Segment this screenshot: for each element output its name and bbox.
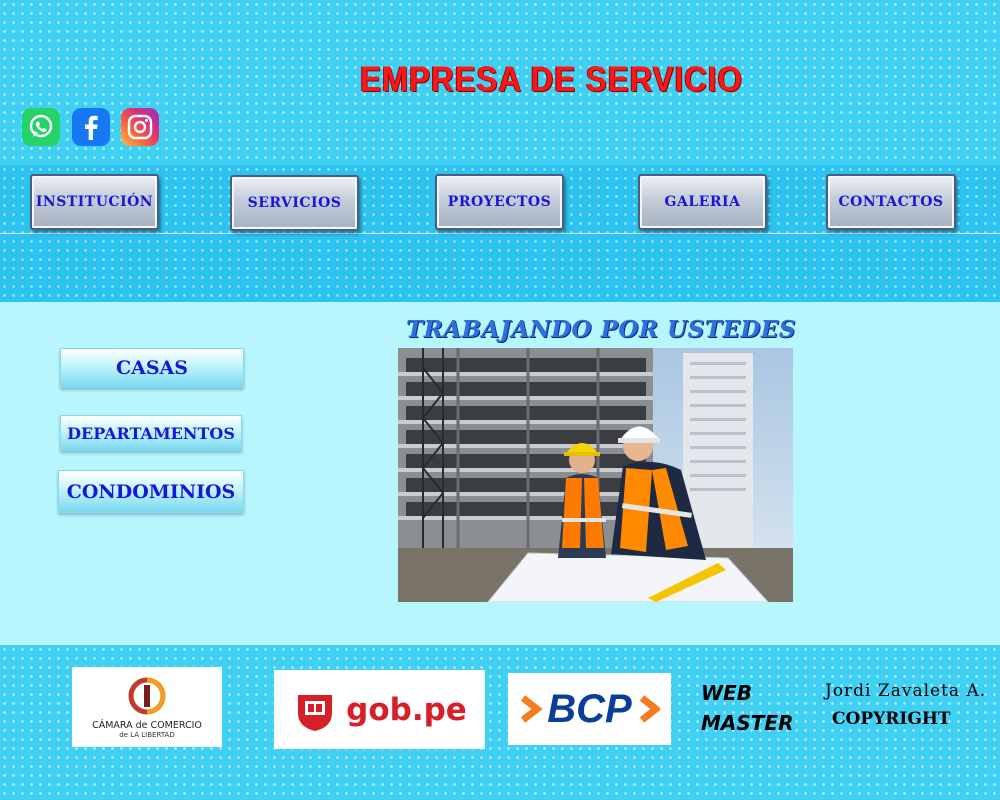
header: EMPRESA DE SERVICIO [0, 0, 1000, 165]
bcp-right-chevron-icon [639, 695, 660, 723]
nav-contactos-button[interactable]: CONTACTOS [826, 174, 956, 230]
camara-logo-line2: de LA LIBERTAD [119, 730, 175, 739]
instagram-icon[interactable] [121, 108, 159, 146]
camara-emblem-icon [128, 677, 166, 714]
camara-logo-line1: CÁMARA de COMERCIO [92, 719, 202, 731]
webmaster-line2: MASTER [701, 711, 794, 735]
tagline: TRABAJANDO POR USTEDES [406, 316, 796, 343]
peru-shield-icon [298, 694, 333, 731]
author-name: Jordi Zavaleta A. [825, 681, 987, 701]
gob-pe-text: gob.pe [346, 691, 467, 728]
nav-galeria-button[interactable]: GALERIA [638, 174, 767, 230]
nav-servicios-button[interactable]: SERVICIOS [230, 175, 359, 231]
webmaster-label: WEB MASTER [701, 678, 794, 738]
bcp-text: BCP [547, 686, 632, 731]
side-menu-departamentos-button[interactable]: DEPARTAMENTOS [60, 415, 242, 451]
webmaster-line1: WEB [701, 681, 752, 705]
nav-institucion-button[interactable]: INSTITUCIÓN [30, 174, 159, 230]
side-menu-casas-button[interactable]: CASAS [60, 348, 244, 388]
site-title: EMPRESA DE SERVICIO [360, 60, 743, 99]
bcp-left-chevron-icon [521, 695, 543, 723]
nav-divider [0, 233, 1000, 234]
bcp-logo: BCP [508, 673, 671, 745]
whatsapp-icon[interactable] [22, 108, 60, 146]
nav-proyectos-button[interactable]: PROYECTOS [435, 174, 564, 230]
gob-pe-logo: gob.pe [274, 670, 485, 749]
construction-workers-photo [398, 348, 793, 602]
side-menu-condominios-button[interactable]: CONDOMINIOS [58, 470, 244, 513]
facebook-icon[interactable] [72, 108, 110, 146]
copyright-label: COPYRIGHT [832, 709, 951, 729]
camara-comercio-logo: CÁMARA de COMERCIO de LA LIBERTAD [72, 667, 222, 747]
